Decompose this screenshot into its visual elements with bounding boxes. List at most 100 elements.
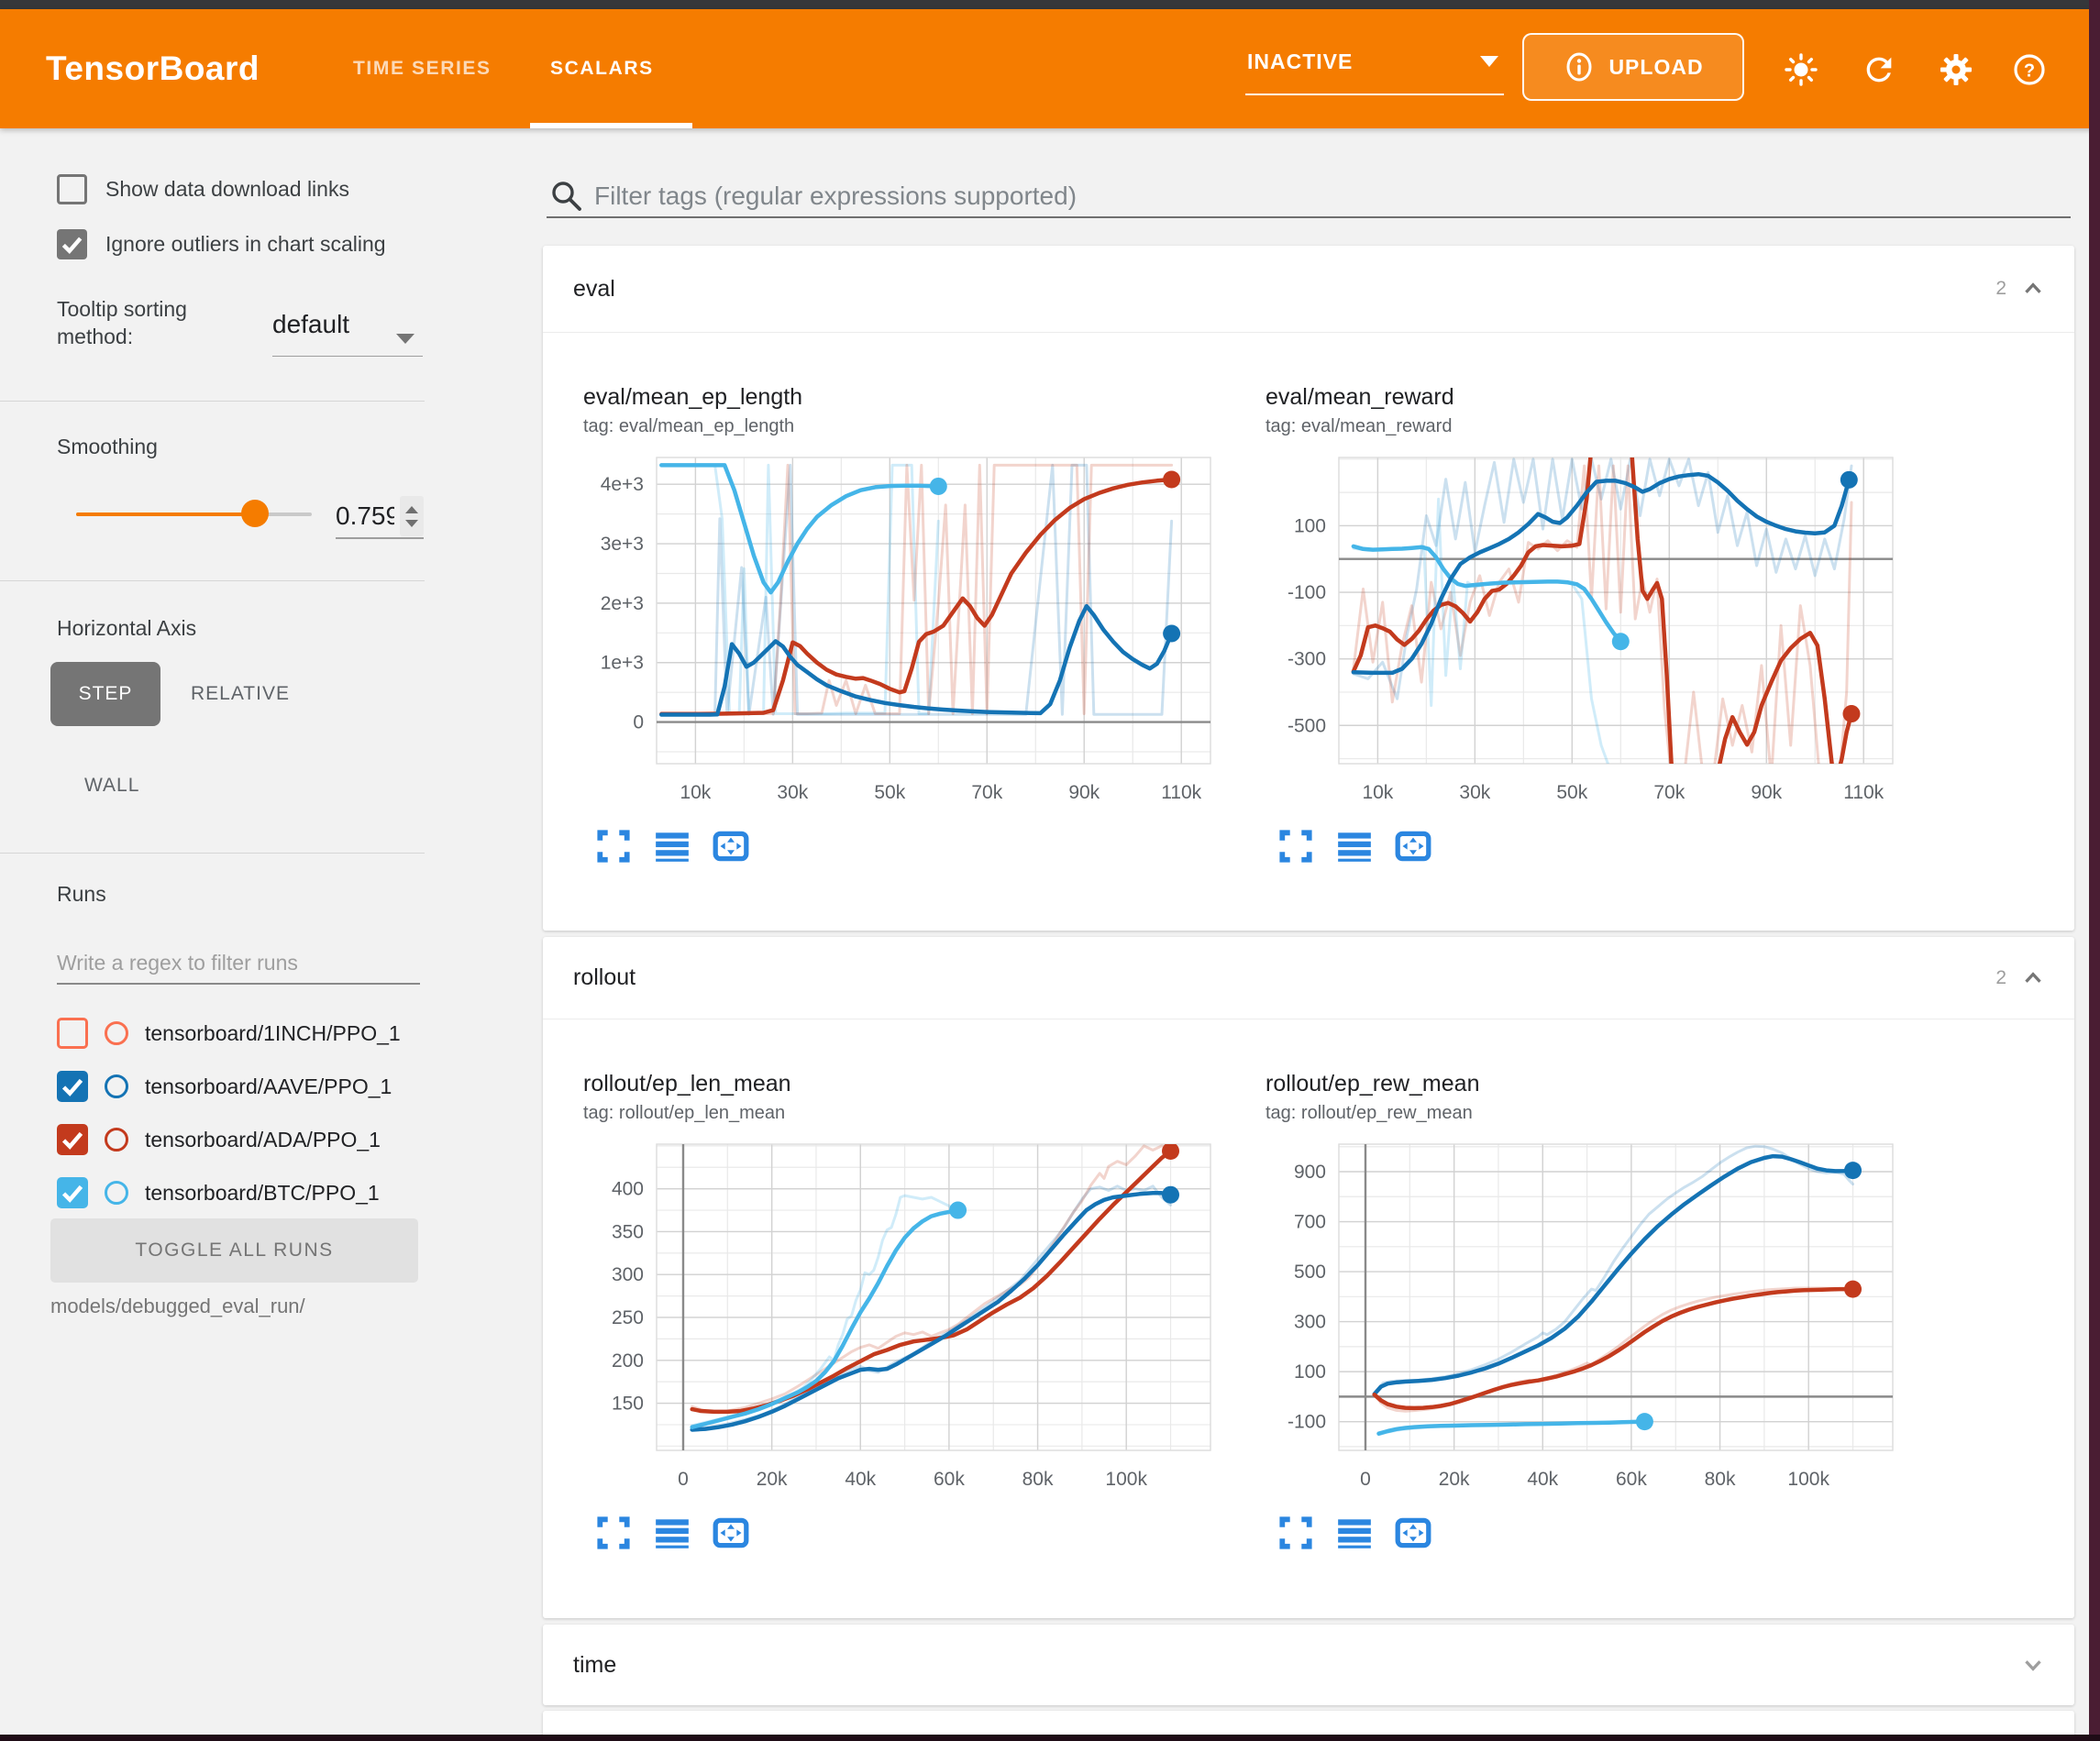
svg-text:70k: 70k: [971, 782, 1002, 803]
chevron-down-icon: [1480, 56, 1498, 67]
tab-time-series[interactable]: TIME SERIES: [353, 9, 492, 128]
series-end-dot: [1612, 633, 1630, 650]
run-data-icon[interactable]: [1335, 827, 1374, 865]
run-checkbox[interactable]: [57, 1071, 88, 1102]
chart-card-rollout-ep-len-mean: rollout/ep_len_meantag: rollout/ep_len_m…: [583, 1071, 1266, 1552]
status-dropdown[interactable]: INACTIVE: [1245, 35, 1504, 95]
axis-option-wall[interactable]: WALL: [84, 754, 139, 818]
svg-text:100k: 100k: [1105, 1469, 1147, 1490]
window-bottom-edge: [0, 1735, 2100, 1741]
svg-text:40k: 40k: [845, 1469, 876, 1490]
run-row-ada[interactable]: tensorboard/ADA/PPO_1: [57, 1121, 381, 1158]
run-data-icon[interactable]: [653, 827, 691, 865]
upload-button[interactable]: UPLOAD: [1522, 33, 1744, 101]
series-end-dot: [1163, 470, 1180, 488]
run-data-icon[interactable]: [1335, 1514, 1374, 1552]
svg-text:-100: -100: [1288, 1412, 1326, 1433]
fit-domain-icon[interactable]: [712, 827, 750, 865]
axis-option-relative[interactable]: RELATIVE: [191, 662, 290, 726]
check-icon: [57, 1124, 88, 1155]
chevron-down-icon[interactable]: [396, 334, 414, 344]
number-spinner[interactable]: [400, 496, 424, 536]
run-color-swatch[interactable]: [105, 1128, 128, 1151]
section-header-rollout[interactable]: rollout 2: [543, 937, 2074, 1019]
chart-canvas[interactable]: 020k40k60k80k100k900700500300100-100: [1266, 1133, 1907, 1500]
chart-tag: tag: eval/mean_ep_length: [583, 416, 1266, 437]
run-checkbox[interactable]: [57, 1177, 88, 1208]
svg-text:30k: 30k: [777, 782, 808, 803]
run-row-btc[interactable]: tensorboard/BTC/PPO_1: [57, 1174, 380, 1211]
help-icon[interactable]: ?: [2010, 50, 2049, 89]
run-row-1inch[interactable]: tensorboard/1INCH/PPO_1: [57, 1015, 401, 1052]
active-tab-underline: [530, 123, 692, 128]
runs-base-path: models/debugged_eval_run/: [50, 1295, 305, 1318]
svg-text:900: 900: [1294, 1162, 1326, 1183]
chart-canvas[interactable]: 10k30k50k70k90k110k01e+32e+33e+34e+3: [583, 446, 1225, 813]
run-data-icon[interactable]: [653, 1514, 691, 1552]
run-color-swatch[interactable]: [105, 1181, 128, 1205]
divider: [0, 580, 425, 581]
svg-text:20k: 20k: [1439, 1469, 1470, 1490]
brightness-icon[interactable]: [1782, 50, 1820, 89]
info-icon: [1563, 50, 1596, 83]
svg-text:0: 0: [678, 1469, 689, 1490]
section-header-eval[interactable]: eval 2: [543, 246, 2074, 333]
series-end-dot: [1844, 1281, 1862, 1298]
svg-text:60k: 60k: [934, 1469, 965, 1490]
run-color-swatch[interactable]: [105, 1021, 128, 1045]
ignore-outliers-checkbox[interactable]: [57, 229, 87, 259]
series-raw-ada: [1375, 1288, 1853, 1411]
spinner-up-icon[interactable]: [405, 506, 418, 513]
fullscreen-icon[interactable]: [1277, 827, 1315, 865]
series-end-dot: [930, 478, 947, 495]
window-top-edge: [0, 0, 2100, 9]
spinner-down-icon[interactable]: [405, 520, 418, 527]
chart-canvas[interactable]: 020k40k60k80k100k150200250300350400: [583, 1133, 1225, 1500]
smoothing-slider-thumb[interactable]: [241, 500, 269, 527]
svg-text:20k: 20k: [757, 1469, 788, 1490]
series-end-dot: [949, 1202, 967, 1219]
smoothing-value-input[interactable]: [336, 501, 394, 531]
fullscreen-icon[interactable]: [594, 827, 633, 865]
search-icon: [548, 178, 585, 215]
svg-text:?: ?: [2024, 61, 2035, 82]
fit-domain-icon[interactable]: [1394, 1514, 1432, 1552]
fullscreen-icon[interactable]: [594, 1514, 633, 1552]
chevron-up-icon[interactable]: [2019, 964, 2047, 992]
dashboard-main: eval 2 eval/mean_ep_length tag: eval/mean…: [543, 128, 2074, 1741]
toggle-all-runs-button[interactable]: TOGGLE ALL RUNS: [50, 1218, 418, 1283]
series-end-dot: [1844, 1162, 1862, 1179]
series-smoothed-btc: [1379, 1422, 1645, 1434]
fullscreen-icon[interactable]: [1277, 1514, 1315, 1552]
series-end-dot: [1842, 705, 1860, 722]
svg-text:110k: 110k: [1161, 782, 1201, 803]
tensorboard-app: TensorBoard TIME SERIES SCALARS INACTIVE…: [0, 0, 2100, 1741]
fit-domain-icon[interactable]: [1394, 827, 1432, 865]
section-name: rollout: [573, 964, 636, 991]
chart-title: eval/mean_ep_length: [583, 384, 1266, 411]
series-smoothed-aave: [1375, 1156, 1853, 1394]
axis-option-step[interactable]: STEP: [50, 662, 160, 726]
tab-scalars[interactable]: SCALARS: [550, 9, 654, 128]
run-color-swatch[interactable]: [105, 1074, 128, 1098]
section-count: 2: [1995, 278, 2006, 300]
tooltip-sorting-select[interactable]: default: [272, 310, 349, 339]
svg-text:300: 300: [612, 1264, 644, 1285]
run-name: tensorboard/ADA/PPO_1: [145, 1128, 381, 1152]
run-checkbox[interactable]: [57, 1018, 88, 1049]
filter-tags-input[interactable]: [594, 176, 2025, 216]
runs-filter-input[interactable]: [57, 942, 420, 985]
chevron-down-icon[interactable]: [2019, 1651, 2047, 1679]
refresh-icon[interactable]: [1860, 50, 1898, 89]
chart-canvas[interactable]: 10k30k50k70k90k110k100-100-300-500: [1266, 446, 1907, 813]
check-icon: [57, 1177, 88, 1208]
settings-gear-icon[interactable]: [1937, 50, 1975, 89]
series-end-dot: [1163, 624, 1180, 642]
section-header-time[interactable]: time: [543, 1625, 2074, 1705]
run-checkbox[interactable]: [57, 1124, 88, 1155]
svg-text:4e+3: 4e+3: [601, 474, 644, 495]
fit-domain-icon[interactable]: [712, 1514, 750, 1552]
show-download-links-checkbox[interactable]: [57, 174, 87, 204]
chevron-up-icon[interactable]: [2019, 275, 2047, 303]
run-row-aave[interactable]: tensorboard/AAVE/PPO_1: [57, 1068, 392, 1105]
